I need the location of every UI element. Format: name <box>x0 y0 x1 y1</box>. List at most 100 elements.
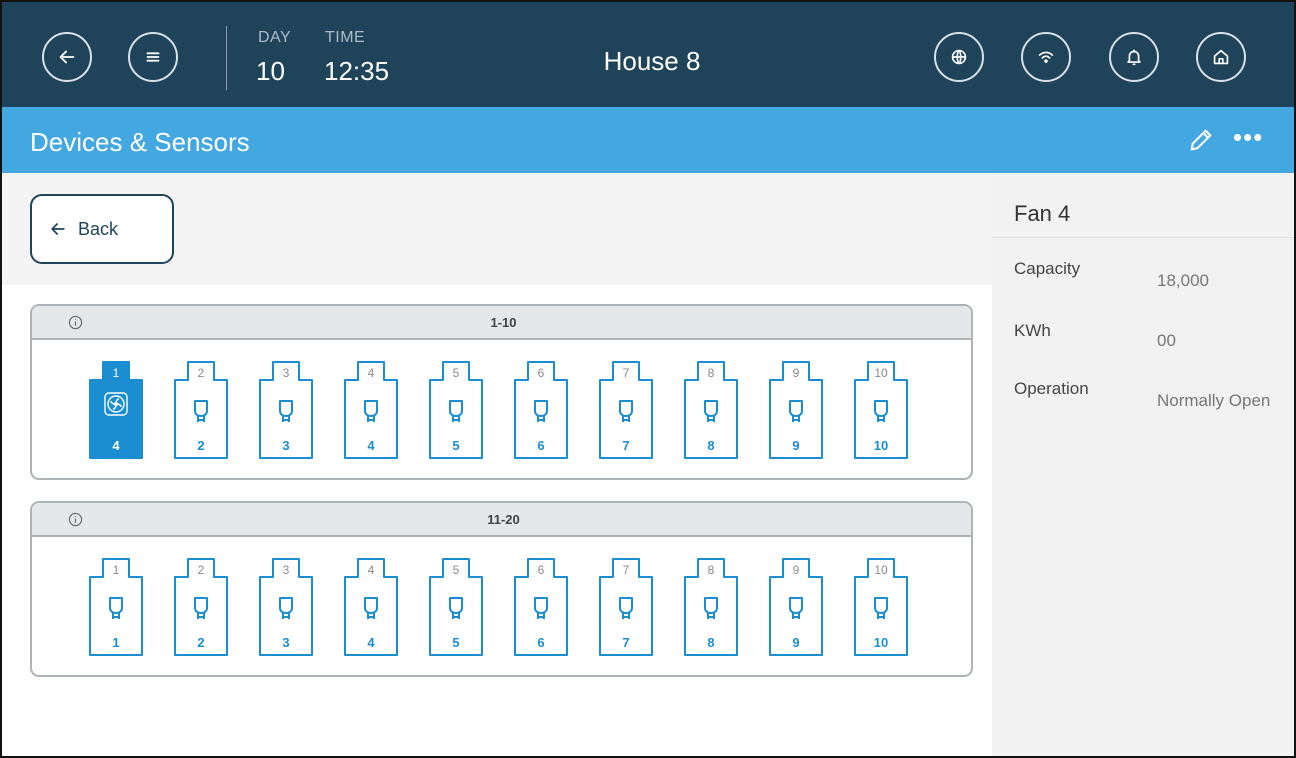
slot-value: 5 <box>452 438 460 453</box>
group-range: 11-20 <box>487 512 520 527</box>
slot-number: 5 <box>452 366 460 380</box>
sensor-icon <box>279 400 293 422</box>
detail-label: Capacity <box>1014 259 1081 278</box>
device-slot[interactable]: 44 <box>343 360 399 460</box>
sensor-icon <box>534 597 548 619</box>
slot-value: 8 <box>707 438 715 453</box>
home-button[interactable] <box>1196 32 1246 82</box>
sensor-icon <box>194 400 208 422</box>
slot-number: 7 <box>622 563 630 577</box>
detail-value: 00 <box>1157 331 1176 350</box>
detail-divider <box>992 237 1294 238</box>
day-label: DAY <box>258 29 292 46</box>
globe-icon <box>951 49 967 65</box>
house-title: House 8 <box>603 46 701 76</box>
sensor-icon <box>704 597 718 619</box>
slot-value: 4 <box>367 635 375 650</box>
back-button[interactable]: Back <box>30 194 174 264</box>
slot-number: 2 <box>197 563 205 577</box>
slot-number: 5 <box>452 563 460 577</box>
day-value: 10 <box>256 56 285 86</box>
detail-panel: Fan 4 Capacity 18,000 KWh 00 Operation N… <box>992 173 1294 756</box>
slot-number: 4 <box>367 563 375 577</box>
slot-value: 6 <box>537 635 545 650</box>
back-button-label: Back <box>78 218 119 239</box>
device-slot[interactable]: 22 <box>173 557 229 657</box>
device-slot[interactable]: 55 <box>428 360 484 460</box>
section-bar: Devices & Sensors ••• <box>2 107 1294 173</box>
device-slot[interactable]: 14 <box>88 360 144 460</box>
device-slot[interactable]: 99 <box>768 360 824 460</box>
slot-value: 6 <box>537 438 545 453</box>
sensor-icon <box>789 400 803 422</box>
slot-number: 4 <box>367 366 375 380</box>
device-slot[interactable]: 77 <box>598 360 654 460</box>
slot-number: 2 <box>197 366 205 380</box>
slot-value: 4 <box>112 438 120 453</box>
detail-title: Fan 4 <box>1014 201 1071 226</box>
sensor-icon <box>874 597 888 619</box>
device-slot[interactable]: 22 <box>173 360 229 460</box>
device-slot[interactable]: 88 <box>683 557 739 657</box>
device-slot[interactable]: 88 <box>683 360 739 460</box>
device-slot[interactable]: 10 10 <box>853 360 909 460</box>
slot-value: 4 <box>367 438 375 453</box>
group-header: 1-10 <box>32 306 971 340</box>
app-frame: DAY 10 TIME 12:35 House 8 Devices & Sens… <box>0 0 1296 758</box>
slot-number: 3 <box>282 366 290 380</box>
back-arrow-icon <box>59 50 75 64</box>
wifi-button[interactable] <box>1021 32 1071 82</box>
sensor-icon <box>789 597 803 619</box>
slot-list: 1 1 2 2 3 3 4 4 5 5 6 6 7 7 8 8 9 9 10 10 <box>88 557 948 657</box>
detail-label: Operation <box>1014 379 1089 398</box>
group-range: 1-10 <box>490 315 517 330</box>
header-divider <box>226 26 227 90</box>
slot-value: 3 <box>282 635 290 650</box>
device-slot[interactable]: 44 <box>343 557 399 657</box>
slot-number: 3 <box>282 563 290 577</box>
slot-value: 9 <box>792 635 800 650</box>
slot-value: 2 <box>197 438 205 453</box>
detail-value: 18,000 <box>1157 271 1209 290</box>
sensor-icon <box>619 597 633 619</box>
device-slot[interactable]: 33 <box>258 557 314 657</box>
menu-icon <box>146 52 160 62</box>
slot-value: 10 <box>873 438 889 453</box>
top-bar: DAY 10 TIME 12:35 House 8 <box>2 2 1294 107</box>
device-slot[interactable]: 33 <box>258 360 314 460</box>
slot-value: 7 <box>622 635 630 650</box>
time-label: TIME <box>325 29 366 46</box>
device-slot[interactable]: 55 <box>428 557 484 657</box>
device-group-2: 11-20 1 1 2 2 3 3 4 4 5 5 6 6 7 7 8 8 9 9 10 10 <box>30 501 973 677</box>
device-slot[interactable]: 99 <box>768 557 824 657</box>
sensor-icon <box>704 400 718 422</box>
slot-value: 1 <box>112 635 120 650</box>
more-options-button[interactable]: ••• <box>1233 122 1263 153</box>
group-header: 11-20 <box>32 503 971 537</box>
sensor-icon <box>874 400 888 422</box>
alarm-button[interactable] <box>1109 32 1159 82</box>
slot-value: 5 <box>452 635 460 650</box>
sensor-icon <box>194 597 208 619</box>
device-slot[interactable]: 66 <box>513 557 569 657</box>
sensor-icon <box>449 400 463 422</box>
home-icon <box>1213 49 1229 65</box>
back-nav-button[interactable] <box>42 32 92 82</box>
globe-button[interactable] <box>934 32 984 82</box>
slot-number: 1 <box>112 366 120 380</box>
detail-label: KWh <box>1014 321 1051 340</box>
menu-button[interactable] <box>128 32 178 82</box>
main-content: Back 1-10 1 4 2 2 3 3 4 4 5 5 6 6 7 7 8 8 9 9 10 10 11-20 1… <box>2 173 992 756</box>
sensor-icon <box>534 400 548 422</box>
pencil-icon[interactable] <box>1187 126 1215 154</box>
device-slot[interactable]: 77 <box>598 557 654 657</box>
sensor-icon <box>364 400 378 422</box>
device-slot[interactable]: 66 <box>513 360 569 460</box>
slot-value: 3 <box>282 438 290 453</box>
slot-value: 10 <box>873 635 889 650</box>
device-slot[interactable]: 11 <box>88 557 144 657</box>
slot-number: 8 <box>707 366 715 380</box>
device-slot[interactable]: 10 10 <box>853 557 909 657</box>
slot-value: 7 <box>622 438 630 453</box>
bell-icon <box>1127 49 1141 66</box>
